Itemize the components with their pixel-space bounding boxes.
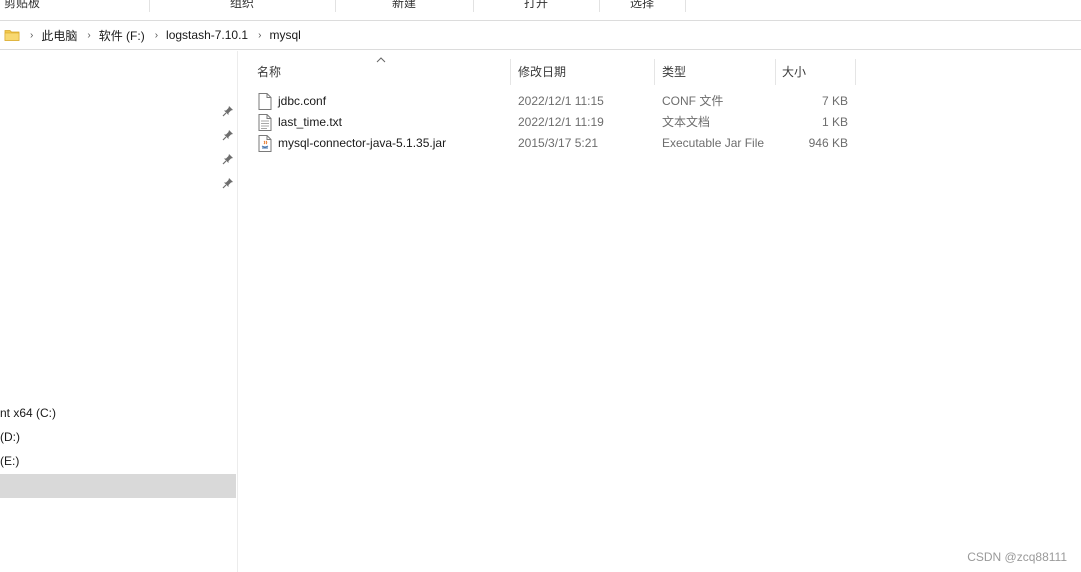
breadcrumb: › 此电脑 › 软件 (F:) › logstash-7.10.1 › mysq… <box>0 21 301 49</box>
column-header-size[interactable]: 大小 <box>782 59 852 85</box>
file-row-jdbc-conf[interactable]: jdbc.conf 2022/12/1 11:15 CONF 文件 7 KB <box>256 91 856 112</box>
ribbon-group-label: 选择 <box>630 0 655 10</box>
file-type: CONF 文件 <box>662 94 724 108</box>
ribbon-group-label: 组织 <box>230 0 255 10</box>
pin-icon[interactable] <box>222 105 234 117</box>
address-bar[interactable]: › 此电脑 › 软件 (F:) › logstash-7.10.1 › mysq… <box>0 20 1081 50</box>
column-divider[interactable] <box>510 59 511 85</box>
jar-file-icon <box>258 135 272 152</box>
nav-item-selected[interactable] <box>0 474 236 498</box>
file-size: 1 KB <box>821 115 848 129</box>
pin-icon[interactable] <box>222 129 234 141</box>
column-header-modified[interactable]: 修改日期 <box>518 59 648 85</box>
nav-drive-e[interactable]: (E:) <box>0 450 19 472</box>
column-divider[interactable] <box>855 59 856 85</box>
file-list[interactable]: 名称 修改日期 类型 大小 jdbc.conf 2022/12/1 11:15 … <box>240 51 860 161</box>
file-type: 文本文档 <box>662 115 711 129</box>
file-row-last-time-txt[interactable]: last_time.txt 2022/12/1 11:19 文本文档 1 KB <box>256 112 856 133</box>
column-divider[interactable] <box>775 59 776 85</box>
chevron-right-icon[interactable]: › <box>87 30 90 41</box>
breadcrumb-this-pc[interactable]: 此电脑 <box>41 27 77 44</box>
file-type: Executable Jar File <box>662 136 765 150</box>
column-header-type[interactable]: 类型 <box>662 59 772 85</box>
ribbon-group-organize: 组织 <box>150 0 336 12</box>
pin-icon[interactable] <box>222 153 234 165</box>
ribbon-group-clipboard: 剪贴板 <box>0 0 150 12</box>
ribbon-group-new: 新建 <box>336 0 474 12</box>
ribbon-group-select: 选择 <box>600 0 686 12</box>
breadcrumb-drive-f[interactable]: 软件 (F:) <box>99 27 145 44</box>
document-icon <box>258 93 272 110</box>
breadcrumb-mysql[interactable]: mysql <box>269 28 300 42</box>
chevron-right-icon[interactable]: › <box>30 30 33 41</box>
file-size: 946 KB <box>808 136 848 150</box>
file-name[interactable]: last_time.txt <box>278 112 342 133</box>
file-modified: 2022/12/1 11:15 <box>518 94 604 108</box>
ribbon-group-labels: 剪贴板 组织 新建 打开 选择 <box>0 0 1081 12</box>
breadcrumb-logstash[interactable]: logstash-7.10.1 <box>166 28 248 42</box>
file-modified: 2015/3/17 5:21 <box>518 136 599 150</box>
column-divider[interactable] <box>654 59 655 85</box>
navigation-pane[interactable]: nt x64 (C:) (D:) (E:) <box>0 51 238 572</box>
file-size: 7 KB <box>821 94 848 108</box>
column-header-name[interactable]: 名称 <box>257 59 507 85</box>
file-row-mysql-connector-jar[interactable]: mysql-connector-java-5.1.35.jar 2015/3/1… <box>256 133 856 154</box>
watermark: CSDN @zcq88111 <box>967 550 1067 564</box>
file-name[interactable]: jdbc.conf <box>278 91 326 112</box>
text-file-icon <box>258 114 272 131</box>
nav-drive-c[interactable]: nt x64 (C:) <box>0 402 56 424</box>
pin-icon[interactable] <box>222 177 234 189</box>
folder-icon <box>4 28 20 42</box>
ribbon-group-label: 剪贴板 <box>4 0 41 10</box>
ribbon-group-open: 打开 <box>474 0 600 12</box>
nav-drive-d[interactable]: (D:) <box>0 426 20 448</box>
ribbon-group-label: 新建 <box>392 0 417 10</box>
ribbon-group-label: 打开 <box>524 0 549 10</box>
chevron-right-icon[interactable]: › <box>258 30 261 41</box>
file-modified: 2022/12/1 11:19 <box>518 115 604 129</box>
chevron-right-icon[interactable]: › <box>155 30 158 41</box>
file-name[interactable]: mysql-connector-java-5.1.35.jar <box>278 133 446 154</box>
